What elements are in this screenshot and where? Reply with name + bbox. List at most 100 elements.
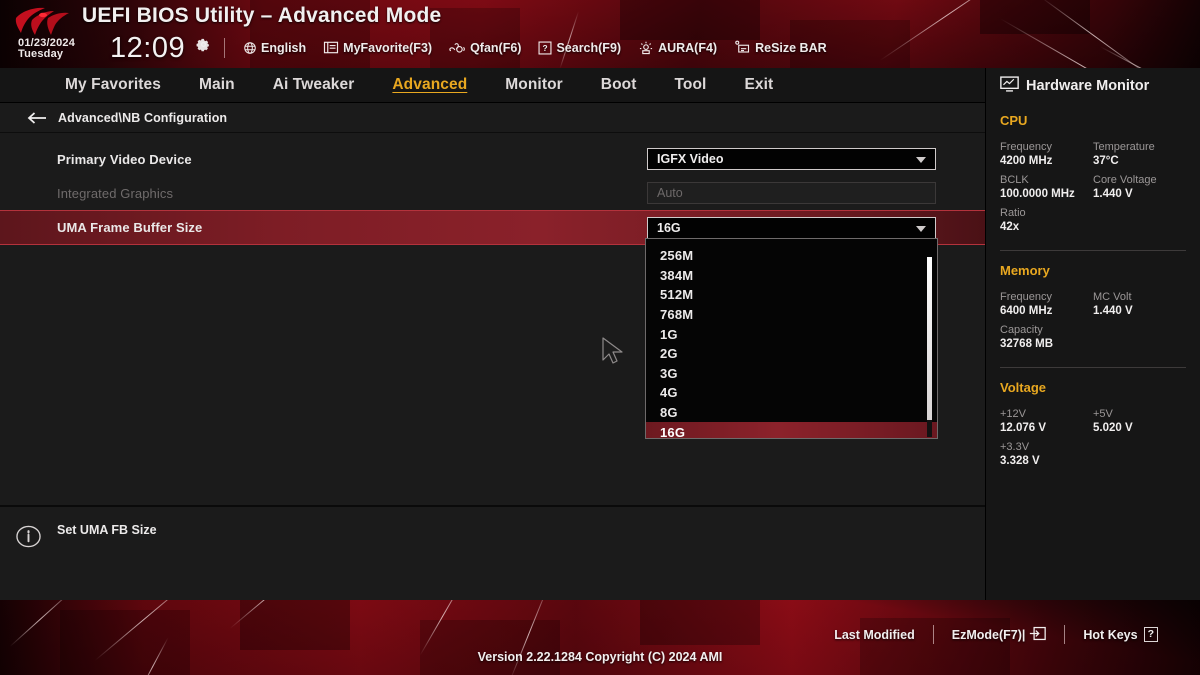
setting-value: IGFX Video [657, 152, 723, 166]
help-text: Set UMA FB Size [57, 523, 157, 537]
hw-value: 42x [1000, 221, 1186, 233]
hw-value: 3.328 V [1000, 455, 1186, 467]
setting-row-integrated-graphics: Integrated Graphics Auto [0, 176, 985, 211]
dropdown-option[interactable]: 384M [646, 266, 937, 286]
tool-search-label: Search(F9) [556, 41, 621, 55]
help-panel [0, 505, 985, 600]
book-icon [323, 41, 339, 54]
nav-tabs: My Favorites Main Ai Tweaker Advanced Mo… [0, 68, 985, 103]
dropdown-scrollbar-thumb[interactable] [927, 257, 932, 420]
setting-value: Auto [657, 186, 683, 200]
hw-value: 6400 MHz [1000, 305, 1093, 317]
hw-key: Frequency [1000, 291, 1093, 303]
tab-ai-tweaker[interactable]: Ai Tweaker [254, 76, 374, 94]
info-icon [16, 524, 41, 549]
hw-value: 32768 MB [1000, 338, 1186, 350]
tool-resize-bar[interactable]: ReSize BAR [734, 40, 827, 55]
setting-label: UMA Frame Buffer Size [57, 220, 202, 235]
tool-english[interactable]: English [243, 41, 306, 55]
hw-key: +5V [1093, 408, 1186, 420]
hw-key: MC Volt [1093, 291, 1186, 303]
hw-key: Capacity [1000, 324, 1186, 336]
tab-main[interactable]: Main [180, 76, 254, 94]
tool-myfavorite[interactable]: MyFavorite(F3) [323, 41, 432, 55]
uma-frame-buffer-size-select[interactable]: 16G [647, 217, 936, 239]
hw-key: Frequency [1000, 141, 1093, 153]
tab-boot[interactable]: Boot [582, 76, 656, 94]
tab-advanced[interactable]: Advanced [373, 76, 486, 94]
hw-section-cpu: CPU [1000, 113, 1186, 128]
hw-value: 4200 MHz [1000, 155, 1093, 167]
tab-my-favorites[interactable]: My Favorites [46, 76, 180, 94]
header-tools: English MyFavorite(F3) [243, 40, 827, 55]
back-arrow-icon[interactable] [27, 111, 47, 125]
version-text: Version 2.22.1284 Copyright (C) 2024 AMI [0, 650, 1200, 664]
setting-row-primary-video-device[interactable]: Primary Video Device IGFX Video [0, 142, 985, 177]
divider [1000, 250, 1186, 251]
last-modified-label: Last Modified [834, 628, 915, 642]
fan-icon [449, 41, 466, 55]
chevron-down-icon [916, 157, 926, 163]
question-box-icon: ? [538, 41, 552, 55]
last-modified-button[interactable]: Last Modified [816, 628, 933, 642]
hw-section-voltage: Voltage [1000, 380, 1186, 395]
ezmode-button[interactable]: EzMode(F7)| [934, 626, 1065, 644]
hardware-monitor-title-label: Hardware Monitor [1026, 78, 1149, 94]
hardware-monitor-title: Hardware Monitor [1000, 71, 1186, 101]
tab-tool[interactable]: Tool [656, 76, 726, 94]
tool-qfan[interactable]: Qfan(F6) [449, 41, 521, 55]
globe-icon [243, 41, 257, 55]
tool-resize-bar-label: ReSize BAR [755, 41, 827, 55]
dropdown-option[interactable]: 768M [646, 305, 937, 325]
hardware-monitor-panel: Hardware Monitor CPU Frequency 4200 MHz … [985, 68, 1200, 600]
weekday-text: Tuesday [18, 49, 75, 60]
dropdown-option[interactable]: 4G [646, 383, 937, 403]
tool-aura[interactable]: AURA(F4) [638, 40, 717, 55]
tool-search[interactable]: ? Search(F9) [538, 41, 621, 55]
hot-keys-button[interactable]: Hot Keys ? [1065, 627, 1176, 642]
hw-key: Ratio [1000, 207, 1186, 219]
hw-value: 5.020 V [1093, 422, 1186, 434]
dropdown-option[interactable]: 3G [646, 364, 937, 384]
footer-bar: Version 2.22.1284 Copyright (C) 2024 AMI… [0, 600, 1200, 675]
hw-key: Temperature [1093, 141, 1186, 153]
gear-icon[interactable] [196, 37, 211, 52]
tab-monitor[interactable]: Monitor [486, 76, 582, 94]
exit-arrow-icon [1029, 626, 1046, 644]
tab-exit[interactable]: Exit [725, 76, 792, 94]
question-key-icon: ? [1144, 627, 1158, 642]
hw-key: +3.3V [1000, 441, 1186, 453]
svg-text:?: ? [543, 43, 548, 53]
dropdown-option[interactable]: 2G [646, 344, 937, 364]
header-bar: UEFI BIOS Utility – Advanced Mode 01/23/… [0, 0, 1200, 68]
hot-keys-label: Hot Keys [1083, 628, 1137, 642]
bios-screen: UEFI BIOS Utility – Advanced Mode 01/23/… [0, 0, 1200, 675]
monitor-chart-icon [1000, 76, 1019, 96]
hw-section-memory: Memory [1000, 263, 1186, 278]
clock-text: 12:09 [110, 32, 185, 65]
dropdown-option[interactable]: 256M [646, 246, 937, 266]
dropdown-option[interactable]: 512M [646, 285, 937, 305]
tool-myfavorite-label: MyFavorite(F3) [343, 41, 432, 55]
chevron-down-icon [916, 226, 926, 232]
resize-bar-icon [734, 40, 751, 55]
hw-value: 12.076 V [1000, 422, 1093, 434]
hw-key: BCLK [1000, 174, 1093, 186]
aura-light-icon [638, 40, 654, 55]
rog-logo [12, 6, 74, 36]
divider [1000, 367, 1186, 368]
dropdown-option-selected[interactable]: 16G [646, 422, 937, 439]
setting-label: Primary Video Device [57, 152, 192, 167]
breadcrumb-path: Advanced\NB Configuration [58, 111, 227, 125]
hw-value: 1.440 V [1093, 188, 1186, 200]
tool-aura-label: AURA(F4) [658, 41, 717, 55]
dropdown-option[interactable]: 8G [646, 403, 937, 423]
hw-value: 100.0000 MHz [1000, 188, 1093, 200]
dropdown-option[interactable]: 1G [646, 324, 937, 344]
tool-qfan-label: Qfan(F6) [470, 41, 521, 55]
setting-label: Integrated Graphics [57, 186, 173, 201]
primary-video-device-select[interactable]: IGFX Video [647, 148, 936, 170]
setting-value: 16G [657, 221, 681, 235]
uma-frame-buffer-size-dropdown[interactable]: 256M 384M 512M 768M 1G 2G 3G 4G 8G 16G [645, 238, 938, 439]
hw-key: +12V [1000, 408, 1093, 420]
